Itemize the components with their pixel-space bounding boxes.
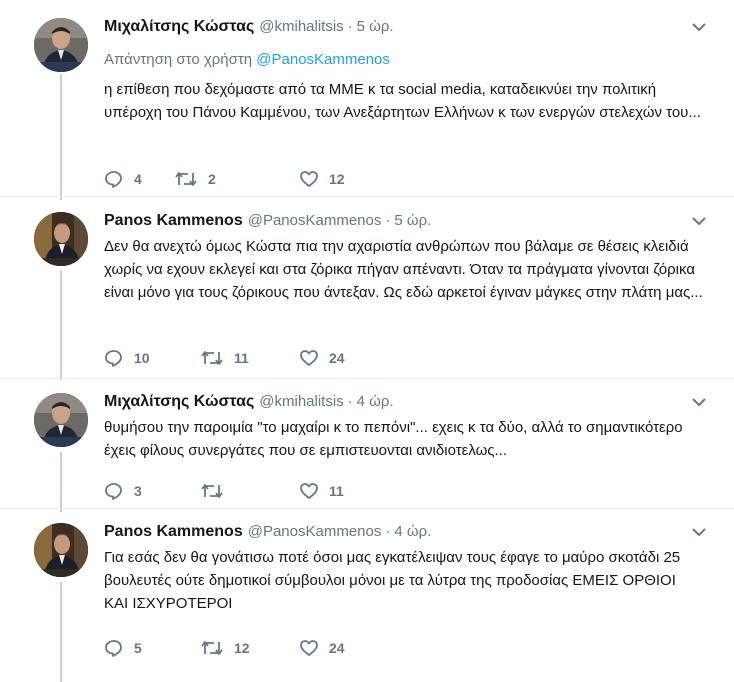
reply-icon <box>105 483 122 500</box>
tweet-header: Panos Kammenos @PanosKammenos · 4 ώρ. <box>104 523 431 545</box>
author-handle[interactable]: @kmihalitsis <box>259 393 343 410</box>
tweet-header: Panos Kammenos @PanosKammenos · 5 ώρ. <box>104 212 431 234</box>
retweet-icon <box>201 484 223 498</box>
like-count: 11 <box>329 483 344 499</box>
reply-prefix: Απάντηση στο χρήστη <box>104 51 253 68</box>
like-count: 24 <box>329 350 345 366</box>
reply-count: 10 <box>134 350 150 366</box>
heart-icon <box>300 350 318 366</box>
tweet[interactable]: Μιχαλίτσης Κώστας @kmihalitsis · 4 ώρ. θ… <box>0 393 734 513</box>
tweet[interactable]: Panos Kammenos @PanosKammenos · 5 ώρ. Δε… <box>0 212 734 392</box>
tweet-actions: 10 11 24 <box>104 348 404 368</box>
like-button[interactable]: 12 <box>299 169 345 189</box>
heart-icon <box>300 483 318 499</box>
avatar[interactable] <box>34 523 88 577</box>
tweet-text: Δεν θα ανεχτώ όμως Κώστα πια την αχαριστ… <box>104 238 703 301</box>
retweet-count: 11 <box>234 350 249 366</box>
tweet-header: Μιχαλίτσης Κώστας @kmihalitsis · 4 ώρ. <box>104 393 394 415</box>
author-name[interactable]: Panos Kammenos <box>104 212 243 230</box>
author-name[interactable]: Panos Kammenos <box>104 523 243 541</box>
like-count: 12 <box>329 171 345 187</box>
reply-context: Απάντηση στο χρήστη @PanosKammenos <box>104 51 390 68</box>
heart-icon <box>300 171 318 187</box>
reply-count: 5 <box>134 640 142 656</box>
reply-button[interactable]: 4 <box>104 169 142 189</box>
author-name[interactable]: Μιχαλίτσης Κώστας <box>104 18 254 36</box>
author-handle[interactable]: @kmihalitsis <box>259 18 343 35</box>
divider <box>0 378 734 379</box>
like-button[interactable]: 24 <box>299 348 345 368</box>
divider <box>0 508 734 509</box>
reply-icon <box>105 640 122 657</box>
reply-icon <box>105 350 122 367</box>
separator-dot: · <box>385 212 391 229</box>
retweet-icon <box>201 351 223 365</box>
tweet-actions: 4 2 12 <box>104 169 404 189</box>
retweet-button[interactable] <box>200 481 234 501</box>
author-handle[interactable]: @PanosKammenos <box>248 212 382 229</box>
tweet-text: η επίθεση που δεχόμαστε από τα ΜΜΕ κ τα … <box>104 81 701 121</box>
retweet-count: 2 <box>208 171 216 187</box>
timestamp[interactable]: 5 ώρ. <box>394 212 431 229</box>
separator-dot: · <box>347 18 353 35</box>
tweet-actions: 3 11 <box>104 481 404 501</box>
reply-icon <box>105 171 122 188</box>
retweet-icon <box>175 172 197 186</box>
separator-dot: · <box>385 523 391 540</box>
avatar[interactable] <box>34 393 88 447</box>
author-name[interactable]: Μιχαλίτσης Κώστας <box>104 393 254 411</box>
divider <box>0 196 734 197</box>
timestamp[interactable]: 4 ώρ. <box>394 523 431 540</box>
tweet-text: θυμήσου την παροιμία "το μαχαίρι κ το πε… <box>104 419 683 459</box>
like-button[interactable]: 24 <box>299 638 345 658</box>
like-button[interactable]: 11 <box>299 481 344 501</box>
tweet-header: Μιχαλίτσης Κώστας @kmihalitsis · 5 ώρ. <box>104 18 394 40</box>
tweet[interactable]: Μιχαλίτσης Κώστας @kmihalitsis · 5 ώρ. Α… <box>0 18 734 198</box>
reply-button[interactable]: 10 <box>104 348 150 368</box>
chevron-down-icon[interactable] <box>690 20 708 34</box>
chevron-down-icon[interactable] <box>690 395 708 409</box>
chevron-down-icon[interactable] <box>690 214 708 228</box>
tweet[interactable]: Panos Kammenos @PanosKammenos · 4 ώρ. Γι… <box>0 523 734 673</box>
tweet-text: Για εσάς δεν θα γονάτισω ποτέ όσοι μας ε… <box>104 549 681 612</box>
separator-dot: · <box>347 393 353 410</box>
reply-count: 3 <box>134 483 142 499</box>
author-handle[interactable]: @PanosKammenos <box>248 523 382 540</box>
retweet-button[interactable]: 2 <box>174 169 216 189</box>
timestamp[interactable]: 5 ώρ. <box>357 18 394 35</box>
like-count: 24 <box>329 640 345 656</box>
avatar[interactable] <box>34 18 88 72</box>
reply-count: 4 <box>134 171 142 187</box>
retweet-button[interactable]: 11 <box>200 348 249 368</box>
timestamp[interactable]: 4 ώρ. <box>357 393 394 410</box>
reply-button[interactable]: 3 <box>104 481 142 501</box>
heart-icon <box>300 640 318 656</box>
chevron-down-icon[interactable] <box>690 525 708 539</box>
avatar[interactable] <box>34 212 88 266</box>
retweet-count: 12 <box>234 640 250 656</box>
tweet-actions: 5 12 24 <box>104 638 404 658</box>
reply-mention-link[interactable]: @PanosKammenos <box>256 51 390 68</box>
retweet-icon <box>201 641 223 655</box>
reply-button[interactable]: 5 <box>104 638 142 658</box>
retweet-button[interactable]: 12 <box>200 638 250 658</box>
